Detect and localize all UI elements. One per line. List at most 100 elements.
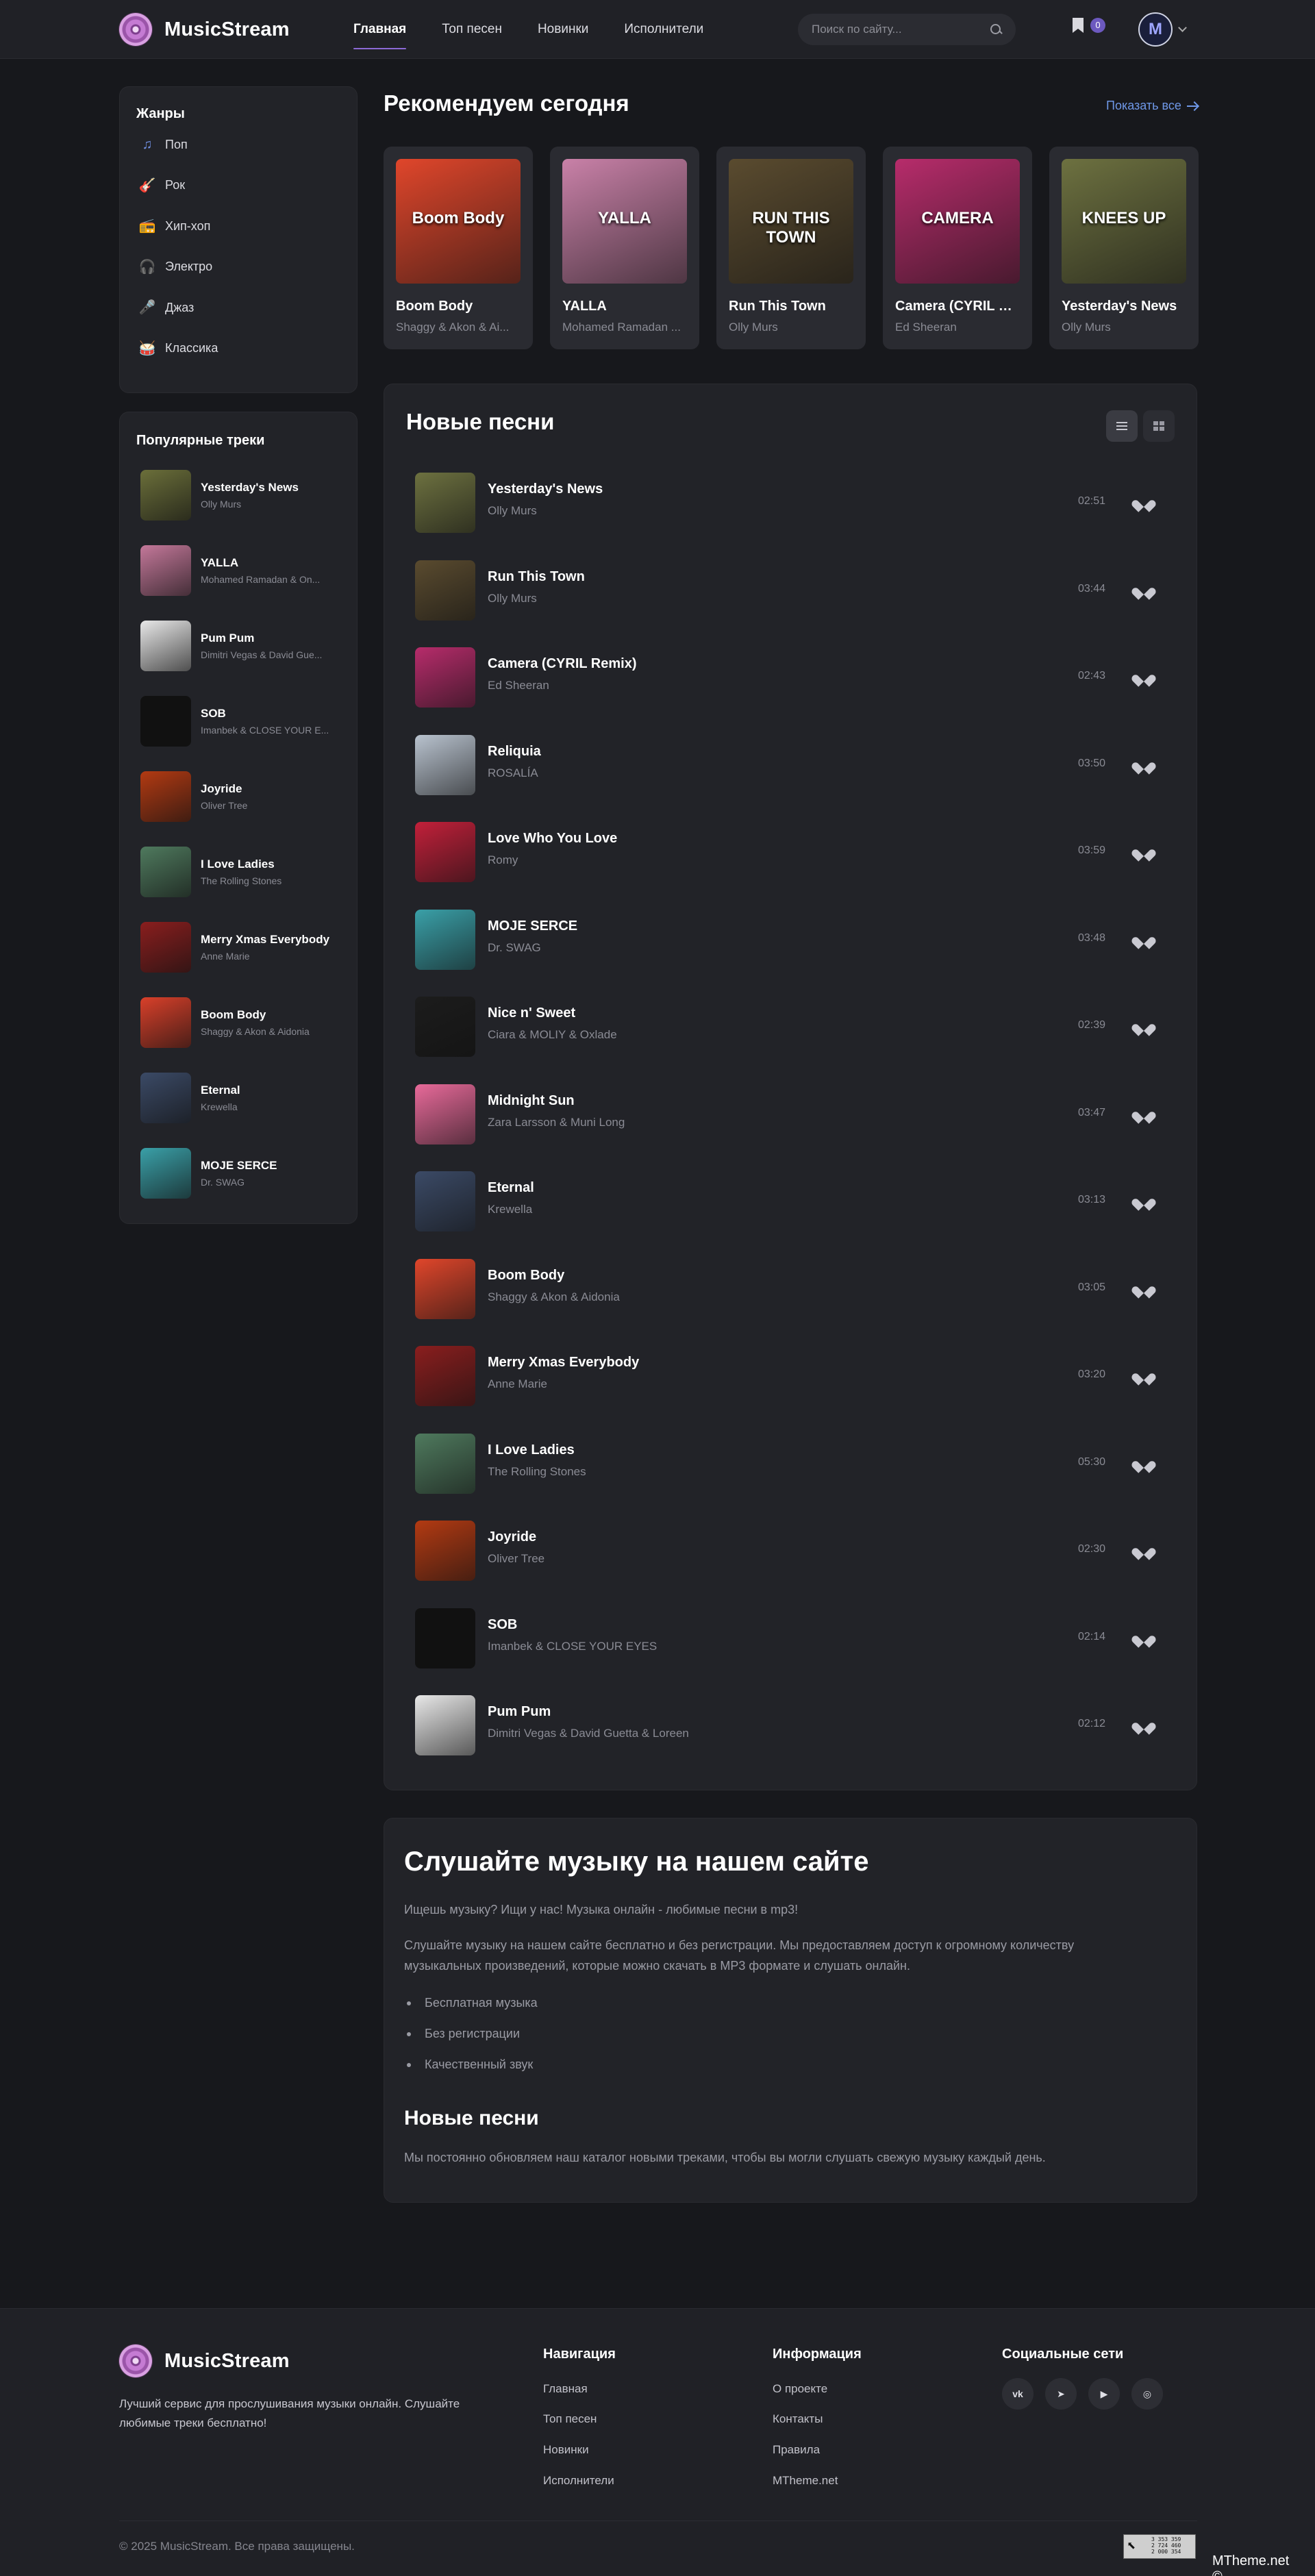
- footer-link-new[interactable]: Новинки: [543, 2443, 589, 2457]
- song-row[interactable]: Run This Town Olly Murs 03:44: [415, 551, 1184, 621]
- song-title[interactable]: Joyride: [488, 1529, 536, 1545]
- heart-icon[interactable]: [1136, 1017, 1153, 1035]
- song-artist[interactable]: Krewella: [488, 1203, 532, 1216]
- song-row[interactable]: Boom Body Shaggy & Akon & Aidonia 03:05: [415, 1249, 1184, 1319]
- song-row[interactable]: Love Who You Love Romy 03:59: [415, 812, 1184, 882]
- heart-icon[interactable]: [1136, 1279, 1153, 1297]
- song-row[interactable]: Joyride Oliver Tree 02:30: [415, 1511, 1184, 1581]
- recommended-card[interactable]: YALLA YALLA Mohamed Ramadan ...: [550, 147, 699, 349]
- heart-icon[interactable]: [1136, 1454, 1153, 1472]
- song-artist[interactable]: Imanbek & CLOSE YOUR EYES: [488, 1640, 657, 1653]
- popular-track[interactable]: Yesterday's News Olly Murs: [140, 468, 331, 522]
- footer-link-rules[interactable]: Правила: [773, 2443, 820, 2457]
- song-title[interactable]: Eternal: [488, 1180, 534, 1196]
- heart-icon[interactable]: [1136, 581, 1153, 599]
- list-view-button[interactable]: [1106, 410, 1138, 442]
- song-title[interactable]: Midnight Sun: [488, 1093, 575, 1109]
- footer-link-home[interactable]: Главная: [543, 2382, 588, 2396]
- genre-item[interactable]: 🎤 Джаз: [139, 294, 195, 321]
- song-title[interactable]: Nice n' Sweet: [488, 1005, 575, 1021]
- song-row[interactable]: Midnight Sun Zara Larsson & Muni Long 03:4…: [415, 1075, 1184, 1145]
- instagram-icon[interactable]: ◎: [1131, 2378, 1163, 2410]
- heart-icon[interactable]: [1136, 493, 1153, 511]
- genre-item[interactable]: ♫ Поп: [140, 131, 188, 158]
- footer-link-top[interactable]: Топ песен: [543, 2412, 597, 2426]
- song-title[interactable]: Reliquia: [488, 744, 541, 760]
- popular-track[interactable]: YALLA Mohamed Ramadan & On...: [140, 544, 331, 597]
- heart-icon[interactable]: [1136, 1105, 1153, 1123]
- heart-icon[interactable]: [1136, 1366, 1153, 1384]
- song-artist[interactable]: Olly Murs: [488, 504, 537, 518]
- song-row[interactable]: I Love Ladies The Rolling Stones 05:30: [415, 1424, 1184, 1494]
- nav-home[interactable]: Главная: [336, 0, 424, 59]
- song-row[interactable]: Pum Pum Dimitri Vegas & David Guetta & Lo…: [415, 1686, 1184, 1755]
- song-artist[interactable]: The Rolling Stones: [488, 1465, 586, 1479]
- search-input[interactable]: [812, 23, 990, 36]
- genre-item[interactable]: 📻 Хип-хоп: [139, 212, 211, 240]
- song-artist[interactable]: Anne Marie: [488, 1377, 547, 1391]
- heart-icon[interactable]: [1136, 755, 1153, 773]
- song-title[interactable]: Love Who You Love: [488, 831, 617, 847]
- heart-icon[interactable]: [1136, 842, 1153, 860]
- genre-item[interactable]: 🎧 Электро: [139, 253, 213, 281]
- heart-icon[interactable]: [1136, 1541, 1153, 1559]
- popular-track[interactable]: Merry Xmas Everybody Anne Marie: [140, 921, 331, 974]
- logo[interactable]: MusicStream: [119, 13, 290, 46]
- song-row[interactable]: Merry Xmas Everybody Anne Marie 03:20: [415, 1336, 1184, 1406]
- song-artist[interactable]: ROSALÍA: [488, 766, 538, 780]
- nav-new[interactable]: Новинки: [520, 0, 606, 59]
- heart-icon[interactable]: [1136, 668, 1153, 686]
- popular-track[interactable]: Boom Body Shaggy & Akon & Aidonia: [140, 996, 331, 1049]
- song-artist[interactable]: Dr. SWAG: [488, 941, 541, 955]
- recommended-card[interactable]: KNEES UP Yesterday's News Olly Murs: [1049, 147, 1199, 349]
- popular-track[interactable]: Eternal Krewella: [140, 1071, 331, 1125]
- search-icon[interactable]: [990, 23, 1002, 36]
- popular-track[interactable]: I Love Ladies The Rolling Stones: [140, 845, 331, 899]
- vk-icon[interactable]: vk: [1002, 2378, 1034, 2410]
- genre-item[interactable]: 🥁 Классика: [139, 335, 218, 362]
- heart-icon[interactable]: [1136, 1629, 1153, 1647]
- nav-top-songs[interactable]: Топ песен: [424, 0, 520, 59]
- song-row[interactable]: Yesterday's News Olly Murs 02:51: [415, 463, 1184, 533]
- song-title[interactable]: MOJE SERCE: [488, 918, 577, 934]
- popular-track[interactable]: MOJE SERCE Dr. SWAG: [140, 1147, 331, 1200]
- song-row[interactable]: Nice n' Sweet Ciara & MOLIY & Oxlade 02:39: [415, 987, 1184, 1057]
- popular-track[interactable]: SOB Imanbek & CLOSE YOUR E...: [140, 695, 331, 748]
- heart-icon[interactable]: [1136, 930, 1153, 948]
- youtube-icon[interactable]: ▶: [1088, 2378, 1120, 2410]
- nav-artists[interactable]: Исполнители: [606, 0, 721, 59]
- song-artist[interactable]: Ciara & MOLIY & Oxlade: [488, 1028, 617, 1042]
- song-row[interactable]: Reliquia ROSALÍA 03:50: [415, 725, 1184, 795]
- show-all-link[interactable]: Показать все: [1106, 99, 1198, 113]
- song-row[interactable]: MOJE SERCE Dr. SWAG 03:48: [415, 900, 1184, 970]
- heart-icon[interactable]: [1136, 1716, 1153, 1734]
- recommended-card[interactable]: Boom Body Boom Body Shaggy & Akon & Ai...: [384, 147, 533, 349]
- popular-track[interactable]: Joyride Oliver Tree: [140, 770, 331, 823]
- song-artist[interactable]: Romy: [488, 853, 518, 867]
- song-row[interactable]: Eternal Krewella 03:13: [415, 1162, 1184, 1231]
- footer-link-mtheme[interactable]: MTheme.net: [773, 2474, 838, 2488]
- footer-link-artists[interactable]: Исполнители: [543, 2474, 614, 2488]
- song-artist[interactable]: Shaggy & Akon & Aidonia: [488, 1290, 620, 1304]
- telegram-icon[interactable]: ➤: [1045, 2378, 1077, 2410]
- song-artist[interactable]: Ed Sheeran: [488, 679, 549, 692]
- visit-counter[interactable]: ⬉ 3 353 359 2 724 460 2 000 354: [1123, 2534, 1196, 2559]
- song-row[interactable]: SOB Imanbek & CLOSE YOUR EYES 02:14: [415, 1599, 1184, 1668]
- recommended-card[interactable]: CAMERA Camera (CYRIL Re... Ed Sheeran: [883, 147, 1032, 349]
- song-title[interactable]: Boom Body: [488, 1268, 564, 1284]
- song-title[interactable]: Pum Pum: [488, 1704, 551, 1720]
- footer-link-contacts[interactable]: Контакты: [773, 2412, 823, 2426]
- footer-logo[interactable]: MusicStream: [119, 2344, 290, 2377]
- heart-icon[interactable]: [1136, 1192, 1153, 1210]
- user-menu[interactable]: M: [1138, 12, 1187, 47]
- song-title[interactable]: Run This Town: [488, 569, 585, 585]
- song-title[interactable]: Merry Xmas Everybody: [488, 1355, 639, 1371]
- song-title[interactable]: Yesterday's News: [488, 482, 603, 497]
- genre-item[interactable]: 🎸 Рок: [139, 172, 186, 199]
- song-title[interactable]: Camera (CYRIL Remix): [488, 656, 636, 672]
- popular-track[interactable]: Pum Pum Dimitri Vegas & David Gue...: [140, 619, 331, 673]
- song-artist[interactable]: Olly Murs: [488, 592, 537, 605]
- song-artist[interactable]: Dimitri Vegas & David Guetta & Loreen: [488, 1727, 689, 1740]
- song-title[interactable]: SOB: [488, 1617, 517, 1633]
- song-artist[interactable]: Oliver Tree: [488, 1552, 544, 1566]
